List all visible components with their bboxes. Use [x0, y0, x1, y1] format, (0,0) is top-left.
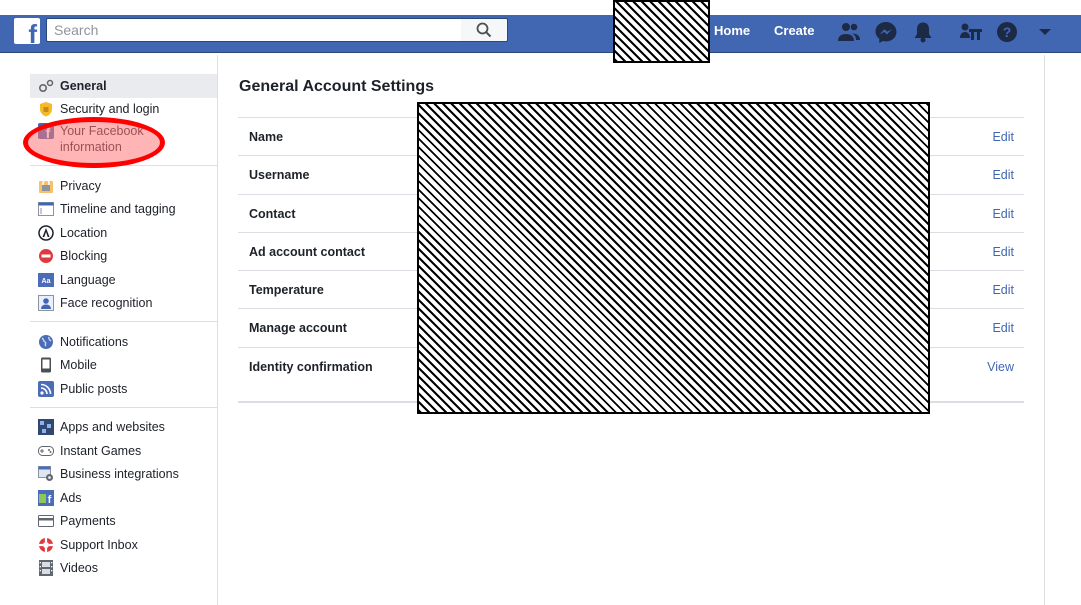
top-navigation-bar: f Home Create ?	[0, 0, 1081, 63]
sidebar-item-ads[interactable]: f Ads	[30, 486, 217, 510]
content-right-border	[1044, 55, 1045, 605]
facebook-icon: f	[38, 123, 54, 139]
search-box	[46, 18, 462, 42]
sidebar-item-label: Timeline and tagging	[60, 202, 176, 217]
row-label: Name	[249, 130, 284, 144]
sidebar-item-label: Notifications	[60, 334, 129, 349]
view-link[interactable]: View	[987, 360, 1014, 374]
sidebar-item-label: Instant Games	[60, 443, 142, 458]
sidebar-item-business-integrations[interactable]: Business integrations	[30, 463, 217, 487]
edit-link[interactable]: Edit	[992, 321, 1014, 335]
sidebar-item-label: Videos	[60, 561, 98, 576]
page-title: General Account Settings	[239, 78, 434, 95]
sidebar-item-label: General	[60, 78, 107, 93]
timeline-icon	[38, 201, 54, 217]
search-button[interactable]	[461, 18, 508, 42]
sidebar-item-label: Language	[60, 272, 116, 287]
film-icon	[38, 560, 54, 577]
svg-text:f: f	[46, 125, 51, 139]
redacted-profile-area	[613, 0, 710, 63]
business-icon	[38, 466, 54, 482]
apps-icon	[38, 419, 54, 436]
sidebar-item-label: Payments	[60, 514, 116, 529]
edit-link[interactable]: Edit	[992, 168, 1014, 182]
sidebar-item-label: Mobile	[60, 358, 97, 373]
sidebar-item-timeline[interactable]: Timeline and tagging	[30, 198, 217, 222]
sidebar-item-label: Business integrations	[60, 467, 179, 482]
sidebar-divider	[217, 55, 218, 605]
sidebar-item-location[interactable]: Location	[30, 221, 217, 245]
sidebar-item-label: Apps and websites	[60, 420, 165, 435]
sidebar-item-mobile[interactable]: Mobile	[30, 354, 217, 378]
sidebar-separator	[30, 321, 217, 322]
sidebar-item-videos[interactable]: Videos	[30, 557, 217, 581]
sidebar-item-label: Ads	[60, 490, 82, 505]
row-label: Manage account	[249, 321, 347, 336]
shield-icon	[38, 101, 54, 117]
row-label: Temperature	[249, 283, 324, 298]
sidebar-item-label: Support Inbox	[60, 537, 138, 552]
row-label: Identity confirmation	[249, 359, 373, 374]
language-icon: Aa	[38, 272, 54, 288]
messenger-icon[interactable]	[874, 21, 898, 43]
lifebuoy-icon	[38, 537, 54, 553]
sidebar-separator	[30, 406, 217, 408]
sidebar-item-public-posts[interactable]: Public posts	[30, 377, 217, 401]
card-icon	[38, 513, 54, 529]
lock-icon	[38, 178, 54, 194]
redacted-account-details	[417, 102, 930, 414]
row-label: Ad account contact	[249, 244, 365, 259]
sidebar-separator	[30, 165, 217, 166]
blocking-icon	[38, 248, 54, 264]
row-label: Username	[249, 168, 310, 183]
sidebar-item-instant-games[interactable]: Instant Games	[30, 439, 217, 463]
sidebar-item-support-inbox[interactable]: Support Inbox	[30, 533, 217, 557]
sidebar-item-your-facebook-information[interactable]: f Your Facebook information	[30, 121, 217, 159]
account-menu-icon[interactable]	[1033, 21, 1057, 43]
row-label: Contact	[249, 206, 296, 221]
sidebar-item-language[interactable]: Aa Language	[30, 268, 217, 292]
face-recognition-icon	[38, 295, 54, 312]
location-icon	[38, 225, 54, 241]
gear-icon	[38, 78, 54, 94]
svg-text:?: ?	[1003, 24, 1012, 40]
search-icon	[476, 22, 492, 38]
sidebar-item-privacy[interactable]: Privacy	[30, 174, 217, 198]
rss-icon	[38, 380, 54, 397]
sidebar-item-face-recognition[interactable]: Face recognition	[30, 292, 217, 316]
gamepad-icon	[38, 443, 54, 459]
sidebar-item-label: Privacy	[60, 178, 101, 193]
sidebar-item-label: Location	[60, 225, 108, 240]
logo-letter: f	[28, 19, 37, 49]
sidebar-item-label: Your Facebook information	[60, 124, 144, 154]
sidebar-item-apps[interactable]: Apps and websites	[30, 416, 217, 440]
home-link[interactable]: Home	[714, 23, 750, 38]
sidebar-item-label: Public posts	[60, 381, 128, 396]
friends-icon[interactable]	[837, 21, 861, 43]
sidebar-item-label: Blocking	[60, 249, 108, 264]
help-icon[interactable]: ?	[995, 21, 1019, 43]
quick-help-icon[interactable]	[959, 21, 983, 43]
search-input[interactable]	[47, 19, 461, 41]
sidebar-item-label: Face recognition	[60, 296, 153, 311]
create-link[interactable]: Create	[774, 23, 814, 38]
svg-text:f: f	[48, 494, 52, 506]
sidebar-item-blocking[interactable]: Blocking	[30, 245, 217, 269]
edit-link[interactable]: Edit	[992, 245, 1014, 259]
sidebar-item-security[interactable]: Security and login	[30, 98, 217, 122]
sidebar-item-notifications[interactable]: Notifications	[30, 330, 217, 354]
notifications-icon[interactable]	[911, 21, 935, 43]
sidebar-item-label: Security and login	[60, 102, 160, 117]
edit-link[interactable]: Edit	[992, 283, 1014, 297]
globe-icon	[38, 334, 54, 350]
mobile-icon	[38, 357, 54, 373]
sidebar-item-payments[interactable]: Payments	[30, 510, 217, 534]
ads-icon: f	[38, 489, 54, 506]
svg-text:Aa: Aa	[42, 278, 51, 285]
sidebar-item-general[interactable]: General	[30, 74, 217, 98]
settings-sidebar: General Security and login f Your Facebo…	[30, 74, 217, 580]
edit-link[interactable]: Edit	[992, 207, 1014, 221]
facebook-logo-icon[interactable]: f	[14, 18, 40, 49]
edit-link[interactable]: Edit	[992, 130, 1014, 144]
